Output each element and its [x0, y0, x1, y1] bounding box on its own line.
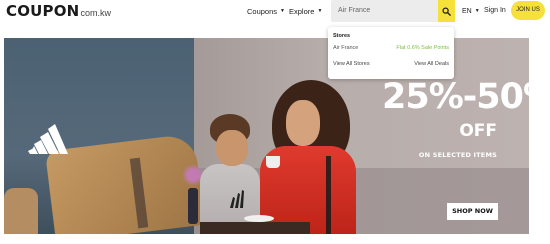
promo-off: OFF: [459, 121, 497, 141]
adidas-logo: [28, 124, 68, 154]
logo-domain: com.kw: [80, 8, 111, 18]
boy-face: [216, 130, 248, 166]
join-us-button[interactable]: JOIN US: [511, 1, 545, 20]
store-offer: Flat 0.6% Sale Points: [396, 45, 449, 51]
chevron-down-icon: ▼: [317, 8, 323, 14]
vase: [188, 188, 198, 224]
cup: [266, 156, 280, 168]
dropdown-heading: Stores: [333, 33, 351, 39]
chevron-down-icon: ▼: [474, 8, 480, 14]
store-suggestion[interactable]: Air France Flat 0.6% Sale Points: [333, 45, 449, 51]
store-name: Air France: [333, 45, 359, 51]
site-header: COUPON com.kw Coupons ▼ Explore ▼ Air Fr…: [0, 0, 550, 24]
nav-explore[interactable]: Explore ▼: [289, 0, 322, 22]
jacket-stripe: [326, 156, 331, 234]
saucer: [244, 215, 274, 222]
woman-face: [286, 100, 320, 146]
view-all-deals-link[interactable]: View All Deals: [414, 61, 449, 67]
search-icon: [442, 6, 451, 16]
language-label: EN: [462, 7, 472, 15]
dropdown-links: View All Stores View All Deals: [333, 61, 449, 67]
promo-subtitle: ON SELECTED ITEMS: [418, 151, 497, 159]
view-all-stores-link[interactable]: View All Stores: [333, 61, 370, 67]
site-logo[interactable]: COUPON com.kw: [6, 2, 111, 20]
search-button[interactable]: [438, 0, 455, 22]
chevron-down-icon: ▼: [280, 8, 285, 14]
search-dropdown: Stores Air France Flat 0.6% Sale Points …: [328, 27, 454, 79]
nav-explore-label: Explore: [289, 6, 315, 16]
nav-coupons[interactable]: Coupons ▼: [247, 0, 285, 22]
search-input[interactable]: Air France: [331, 0, 438, 22]
nav-coupons-label: Coupons: [247, 6, 278, 16]
table: [200, 222, 310, 234]
promo-discount: 25%-50%: [382, 77, 529, 117]
sign-in-link[interactable]: Sign In: [484, 0, 506, 22]
language-selector[interactable]: EN ▼: [462, 0, 480, 22]
sofa: [4, 188, 38, 234]
shop-now-button[interactable]: SHOP NOW: [447, 203, 498, 220]
logo-wordmark: COUPON: [6, 2, 80, 20]
adidas-stripes-icon: [230, 190, 244, 208]
